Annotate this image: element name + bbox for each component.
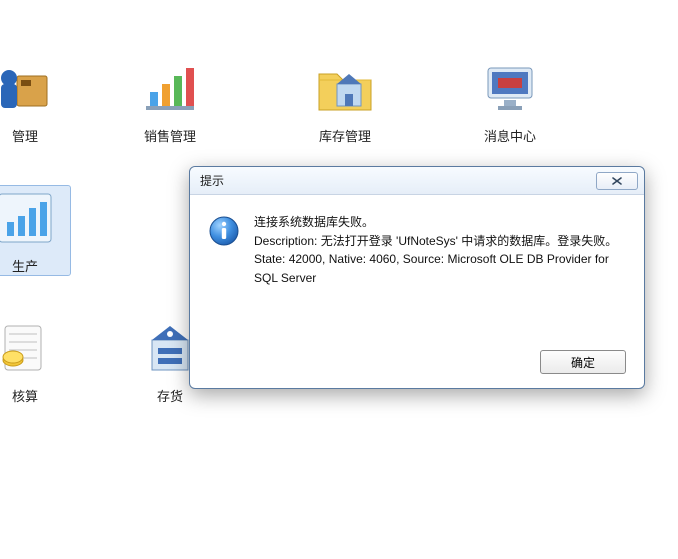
desktop-icon-sales[interactable]: 销售管理 — [125, 56, 215, 145]
dialog-line-3: State: 42000, Native: 4060, Source: Micr… — [254, 250, 628, 287]
desktop-icon-label: 生产 — [0, 256, 70, 275]
desktop-icon-label: 库存管理 — [300, 126, 390, 145]
folder-warehouse-icon — [313, 56, 377, 120]
bar-chart-icon — [138, 56, 202, 120]
desktop-icon-message[interactable]: 消息中心 — [465, 56, 555, 145]
desktop-icon-label: 消息中心 — [465, 126, 555, 145]
ok-button[interactable]: 确定 — [540, 350, 626, 374]
desktop-icon-label: 管理 — [0, 126, 70, 145]
dialog-message: 连接系统数据库失败。 Description: 无法打开登录 'UfNoteSy… — [254, 213, 628, 287]
message-dialog: 提示 连接系统数据库失败。 — [189, 166, 645, 389]
desktop-icon-label: 核算 — [0, 386, 70, 405]
dialog-footer: 确定 — [540, 350, 626, 374]
desktop-icon-label: 销售管理 — [125, 126, 215, 145]
desktop-icon-stock[interactable]: 库存管理 — [300, 56, 390, 145]
dialog-titlebar[interactable]: 提示 — [190, 167, 644, 195]
close-icon — [610, 176, 624, 186]
dialog-line-1: 连接系统数据库失败。 — [254, 213, 628, 232]
desktop-icon-mgmt[interactable]: 管理 — [0, 56, 70, 145]
dialog-body: 连接系统数据库失败。 Description: 无法打开登录 'UfNoteSy… — [190, 195, 644, 297]
info-icon — [208, 215, 240, 247]
ledger-icon — [0, 316, 57, 380]
dialog-line-2: Description: 无法打开登录 'UfNoteSys' 中请求的数据库。… — [254, 232, 628, 251]
dialog-title: 提示 — [200, 172, 596, 189]
desktop-icon-account[interactable]: 核算 — [0, 316, 70, 405]
monitor-icon — [478, 56, 542, 120]
close-button[interactable] — [596, 172, 638, 190]
box-person-icon — [0, 56, 57, 120]
bar-chart-small-icon — [0, 186, 57, 250]
desktop-icon-prod[interactable]: 生产 — [0, 186, 70, 275]
